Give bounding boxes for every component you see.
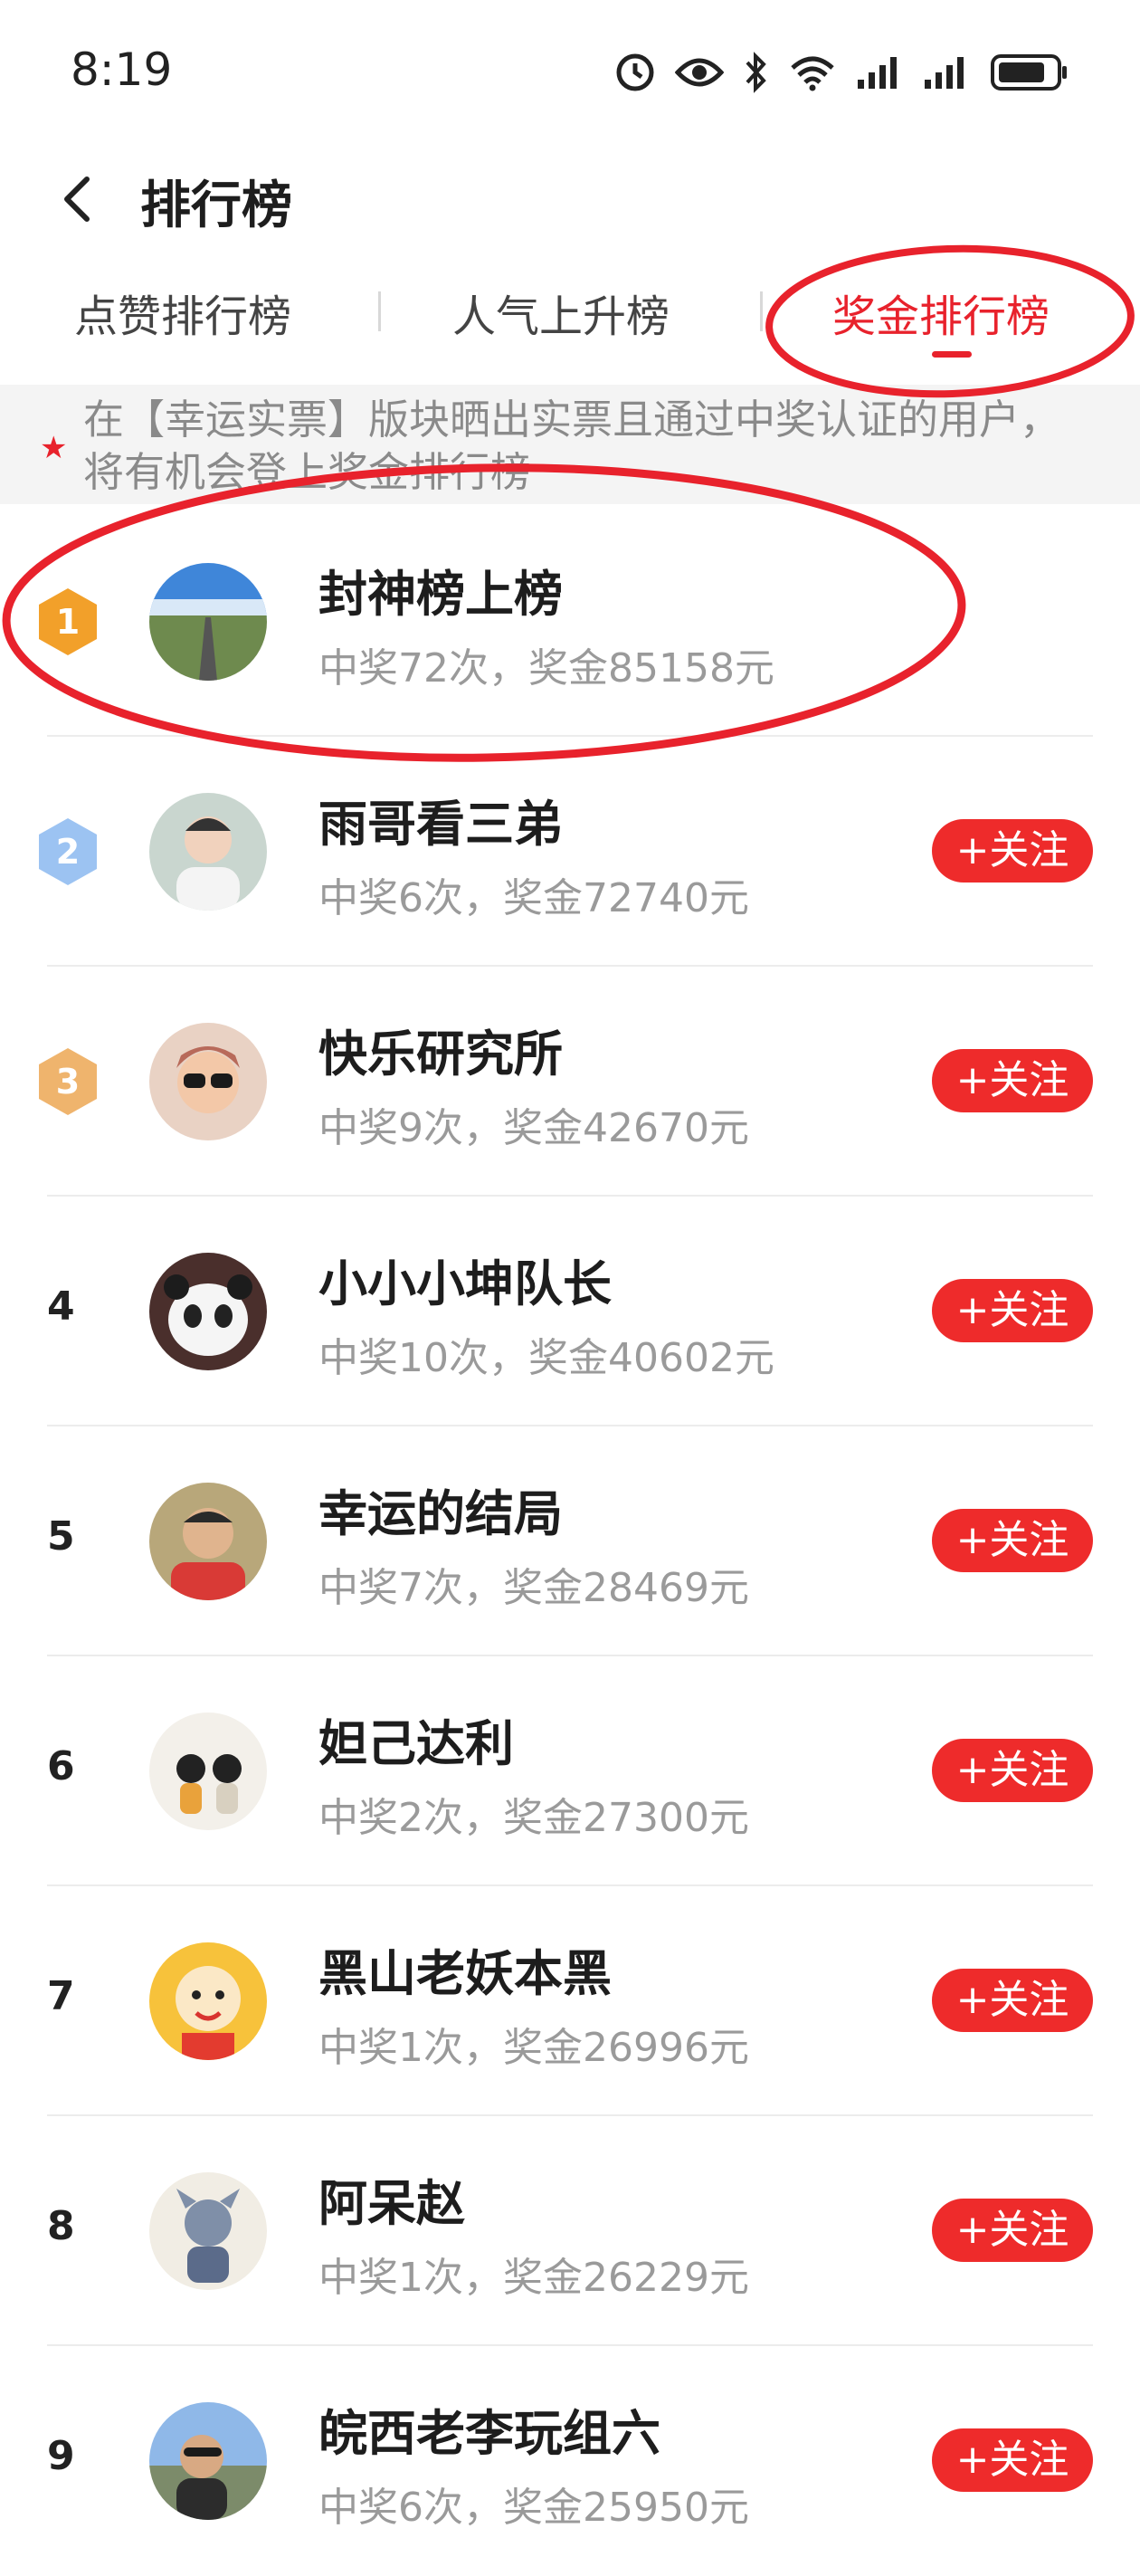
notice-text: 在【幸运实票】版块晒出实票且通过中奖认证的用户，将有机会登上奖金排行榜 bbox=[83, 396, 1061, 496]
follow-button[interactable]: +关注 bbox=[932, 819, 1093, 883]
follow-button[interactable]: +关注 bbox=[932, 1279, 1093, 1342]
ranking-row[interactable]: 7 黑山老妖本黑 中奖1次，奖金26996元 +关注 bbox=[0, 1886, 1140, 2116]
rank-number: 9 bbox=[47, 2433, 75, 2479]
star-icon: ★ bbox=[40, 430, 68, 466]
user-name[interactable]: 快乐研究所 bbox=[318, 1014, 563, 1085]
user-name[interactable]: 阿呆赵 bbox=[318, 2163, 465, 2235]
avatar[interactable] bbox=[149, 793, 267, 911]
user-stats: 中奖1次，奖金26229元 bbox=[318, 2255, 749, 2301]
user-name[interactable]: 幸运的结局 bbox=[318, 1474, 563, 1545]
avatar[interactable] bbox=[149, 2402, 267, 2520]
avatar[interactable] bbox=[149, 1713, 267, 1830]
status-time: 8:19 bbox=[71, 43, 173, 96]
status-icons bbox=[615, 47, 1069, 98]
avatar[interactable] bbox=[149, 1942, 267, 2060]
follow-button[interactable]: +关注 bbox=[932, 1049, 1093, 1112]
rank-number: 4 bbox=[47, 1283, 75, 1330]
ranking-row[interactable]: 2 雨哥看三弟 中奖6次，奖金72740元 +关注 bbox=[0, 737, 1140, 967]
follow-button[interactable]: +关注 bbox=[932, 1969, 1093, 2032]
user-name[interactable]: 雨哥看三弟 bbox=[318, 784, 563, 855]
page-title: 排行榜 bbox=[140, 177, 292, 235]
user-stats: 中奖2次，奖金27300元 bbox=[318, 1795, 749, 1841]
avatar[interactable] bbox=[149, 563, 267, 681]
user-stats: 中奖6次，奖金25950元 bbox=[318, 2485, 749, 2531]
user-name[interactable]: 封神榜上榜 bbox=[318, 554, 563, 625]
tab-likes-ranking[interactable]: 点赞排行榜 bbox=[74, 281, 291, 344]
avatar[interactable] bbox=[149, 2172, 267, 2290]
user-name[interactable]: 小小小坤队长 bbox=[318, 1244, 612, 1315]
rank-badge-silver: 2 bbox=[36, 816, 100, 887]
user-stats: 中奖7次，奖金28469元 bbox=[318, 1565, 749, 1611]
tab-bar: 点赞排行榜 人气上升榜 奖金排行榜 bbox=[0, 253, 1140, 380]
alarm-icon bbox=[616, 53, 654, 91]
user-stats: 中奖6次，奖金72740元 bbox=[318, 875, 749, 921]
signal-icon bbox=[858, 57, 897, 89]
tab-popularity-rising[interactable]: 人气上升榜 bbox=[452, 281, 670, 344]
tab-separator bbox=[760, 291, 763, 331]
tab-separator bbox=[378, 291, 381, 331]
signal-icon bbox=[925, 57, 964, 89]
user-stats: 中奖72次，奖金85158元 bbox=[318, 645, 774, 692]
avatar[interactable] bbox=[149, 1253, 267, 1370]
rank-number: 6 bbox=[47, 1743, 75, 1789]
user-stats: 中奖10次，奖金40602元 bbox=[318, 1335, 774, 1381]
battery-icon bbox=[991, 54, 1067, 91]
active-tab-indicator bbox=[932, 351, 972, 358]
follow-button[interactable]: +关注 bbox=[932, 1739, 1093, 1802]
tab-prize-ranking[interactable]: 奖金排行榜 bbox=[832, 281, 1050, 344]
user-stats: 中奖9次，奖金42670元 bbox=[318, 1105, 749, 1151]
back-chevron-icon[interactable] bbox=[47, 163, 110, 235]
follow-button[interactable]: +关注 bbox=[932, 2428, 1093, 2492]
rank-badge-bronze: 3 bbox=[36, 1046, 100, 1117]
status-bar: 8:19 bbox=[0, 0, 1140, 145]
avatar[interactable] bbox=[149, 1483, 267, 1600]
avatar[interactable] bbox=[149, 1023, 267, 1140]
user-name[interactable]: 黑山老妖本黑 bbox=[318, 1933, 612, 2005]
user-stats: 中奖1次，奖金26996元 bbox=[318, 2025, 749, 2071]
ranking-row[interactable]: 3 快乐研究所 中奖9次，奖金42670元 +关注 bbox=[0, 967, 1140, 1197]
ranking-row[interactable]: 6 妲己达利 中奖2次，奖金27300元 +关注 bbox=[0, 1656, 1140, 1886]
rank-number: 5 bbox=[47, 1513, 75, 1560]
ranking-row[interactable]: 9 皖西老李玩组六 中奖6次，奖金25950元 +关注 bbox=[0, 2346, 1140, 2576]
ranking-row[interactable]: 8 阿呆赵 中奖1次，奖金26229元 +关注 bbox=[0, 2116, 1140, 2346]
follow-button[interactable]: +关注 bbox=[932, 2199, 1093, 2262]
notice-banner: ★ 在【幸运实票】版块晒出实票且通过中奖认证的用户，将有机会登上奖金排行榜 bbox=[0, 385, 1140, 504]
follow-button[interactable]: +关注 bbox=[932, 1509, 1093, 1572]
user-name[interactable]: 皖西老李玩组六 bbox=[318, 2393, 660, 2465]
header: 排行榜 bbox=[0, 145, 1140, 253]
eye-icon bbox=[675, 58, 724, 87]
wifi-icon bbox=[791, 56, 834, 91]
rank-number: 7 bbox=[47, 1973, 75, 2019]
bluetooth-icon bbox=[746, 52, 766, 93]
rank-number: 8 bbox=[47, 2203, 75, 2249]
ranking-row[interactable]: 4 小小小坤队长 中奖10次，奖金40602元 +关注 bbox=[0, 1197, 1140, 1426]
ranking-row[interactable]: 1 封神榜上榜 中奖72次，奖金85158元 bbox=[0, 507, 1140, 737]
rank-badge-gold: 1 bbox=[36, 587, 100, 657]
user-name[interactable]: 妲己达利 bbox=[318, 1703, 514, 1775]
ranking-row[interactable]: 5 幸运的结局 中奖7次，奖金28469元 +关注 bbox=[0, 1426, 1140, 1656]
